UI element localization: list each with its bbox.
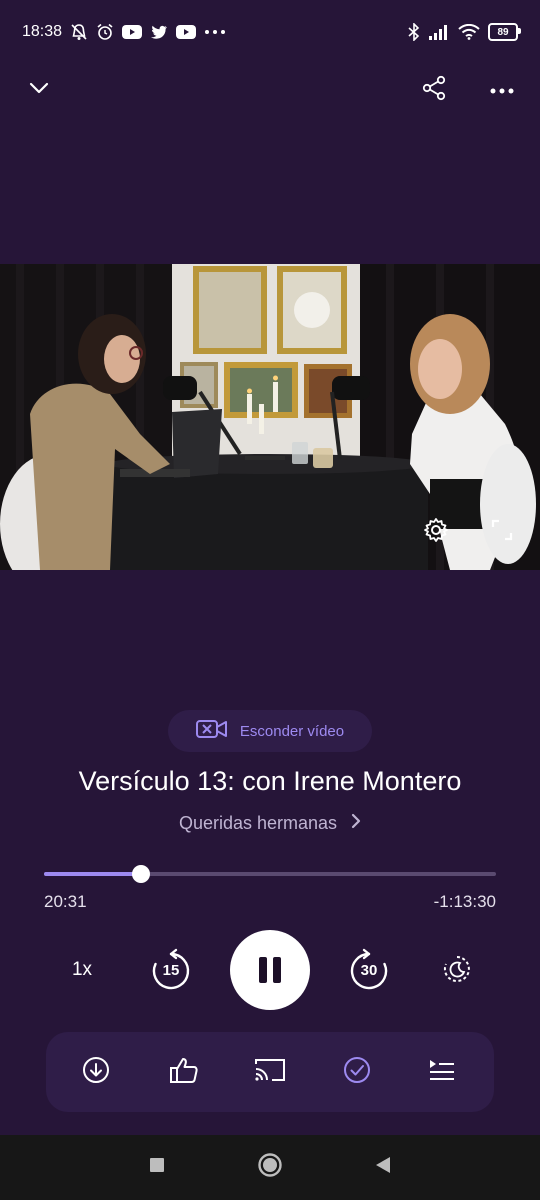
status-left: 18:38: [22, 23, 226, 41]
show-link[interactable]: Queridas hermanas: [0, 813, 540, 834]
progress-thumb[interactable]: [132, 865, 151, 883]
recents-square-icon: [149, 1157, 165, 1178]
home-button[interactable]: [250, 1148, 290, 1188]
more-options-icon: [490, 81, 514, 99]
hide-video-label: Esconder vídeo: [239, 722, 345, 740]
cast-button[interactable]: [250, 1052, 290, 1092]
rewind-seconds: 15: [162, 962, 180, 979]
fullscreen-button[interactable]: [484, 514, 520, 550]
playback-speed: 1x: [71, 959, 93, 980]
collapse-player-button[interactable]: [22, 70, 56, 110]
status-right: 89: [408, 23, 521, 41]
chevron-down-icon: [29, 81, 49, 99]
like-icon: [169, 1056, 199, 1089]
forward-seconds: 30: [360, 962, 378, 979]
pause-icon: [256, 957, 284, 983]
video-settings-button[interactable]: [418, 514, 454, 550]
download-button[interactable]: [76, 1052, 116, 1092]
show-name: Queridas hermanas: [178, 813, 338, 833]
video-frame: [0, 264, 540, 570]
fullscreen-icon: [490, 518, 514, 547]
queue-icon: [428, 1058, 456, 1087]
video-player[interactable]: [0, 264, 540, 570]
elapsed-time: 20:31: [44, 892, 87, 911]
forward-button[interactable]: 30: [344, 944, 394, 996]
cast-icon: [254, 1057, 286, 1088]
queue-button[interactable]: [422, 1052, 462, 1092]
signal-icon: [428, 24, 450, 40]
more-options-button[interactable]: [482, 70, 522, 110]
status-time: 18:38: [22, 23, 63, 40]
episode-actions-bar: [46, 1032, 494, 1112]
recents-button[interactable]: [137, 1148, 177, 1188]
forward-icon: 30: [347, 948, 391, 992]
like-button[interactable]: [164, 1052, 204, 1092]
status-bar: 18:38 89: [0, 0, 540, 64]
rewind-button[interactable]: 15: [146, 944, 196, 996]
share-button[interactable]: [414, 70, 454, 110]
remaining-time: -1:13:30: [433, 892, 496, 911]
hide-video-button[interactable]: Esconder vídeo: [168, 710, 372, 752]
video-off-icon: [195, 719, 228, 743]
playback-speed-button[interactable]: 1x: [58, 950, 106, 990]
player-top-bar: [0, 70, 540, 110]
back-button[interactable]: [363, 1148, 403, 1188]
twitter-icon: [150, 25, 168, 40]
rewind-icon: 15: [149, 948, 193, 992]
mark-played-icon: [343, 1056, 371, 1089]
alarm-icon: [96, 23, 114, 41]
battery-icon: 89: [488, 23, 521, 41]
download-icon: [82, 1056, 110, 1089]
system-nav-bar: [0, 1135, 540, 1200]
notifications-off-icon: [70, 23, 88, 41]
settings-gear-icon: [423, 517, 449, 548]
youtube-icon: [176, 25, 197, 39]
chevron-right-icon: [351, 813, 361, 834]
sleep-timer-icon: [442, 954, 472, 989]
wifi-icon: [458, 24, 480, 40]
bluetooth-icon: [408, 23, 420, 41]
playback-controls: 1x 15 30: [0, 930, 540, 1012]
pause-button[interactable]: [230, 930, 310, 1010]
mark-played-button[interactable]: [337, 1052, 377, 1092]
back-triangle-icon: [374, 1156, 392, 1179]
progress-fill: [44, 872, 142, 876]
youtube-icon: [122, 25, 143, 39]
home-circle-icon: [257, 1152, 283, 1183]
progress-bar[interactable]: [44, 865, 496, 883]
share-icon: [421, 75, 447, 106]
episode-title: Versículo 13: con Irene Montero: [78, 766, 462, 796]
more-dots-icon: [204, 29, 226, 35]
sleep-timer-button[interactable]: [436, 950, 478, 992]
